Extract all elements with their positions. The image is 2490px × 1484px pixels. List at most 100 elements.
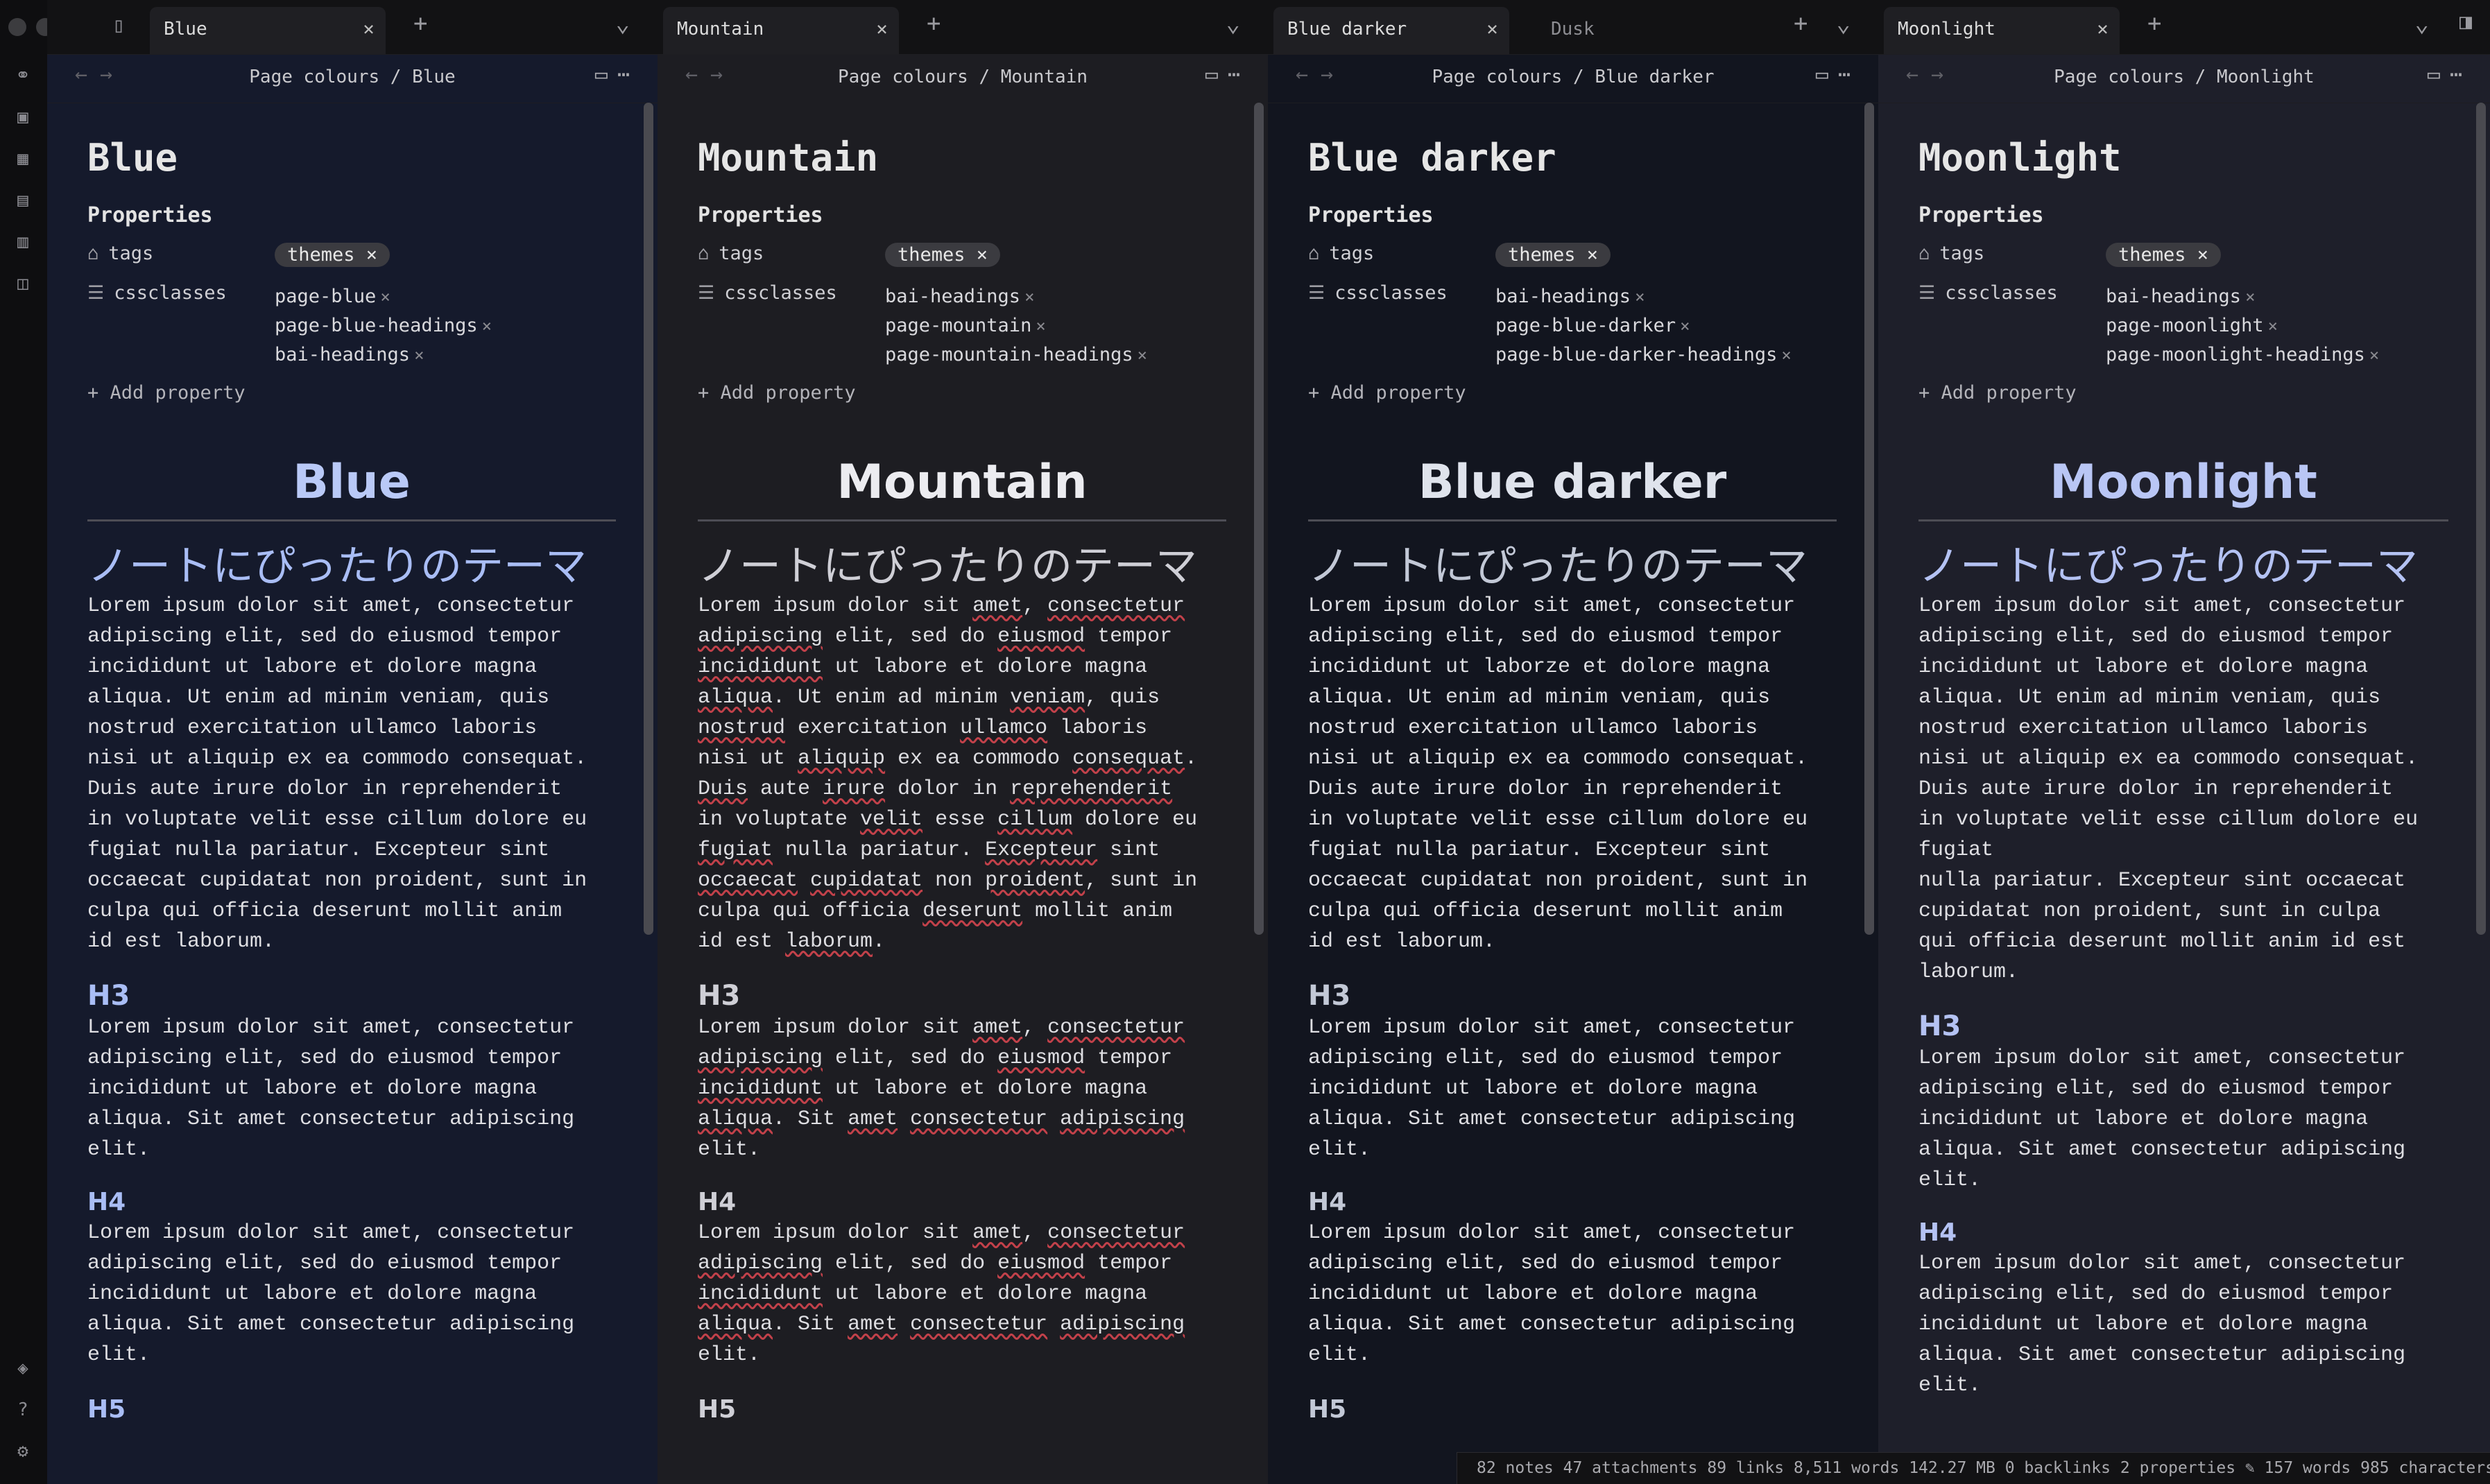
cssclass-value[interactable]: page-mountain ×	[885, 311, 1226, 340]
breadcrumb[interactable]: Page colours / Blue	[47, 67, 658, 87]
remove-value-icon[interactable]: ×	[380, 287, 390, 307]
new-tab-icon[interactable]: +	[2147, 10, 2161, 37]
calendar-icon[interactable]: ▥	[11, 230, 35, 254]
inline-title[interactable]: Moonlight	[1918, 136, 2448, 180]
spelling-error[interactable]: consequat	[1072, 747, 1185, 770]
spelling-error[interactable]: velit	[860, 808, 922, 831]
remove-value-icon[interactable]: ×	[2268, 316, 2278, 336]
spelling-error[interactable]: adipiscing	[698, 625, 823, 648]
spelling-error[interactable]: eiusmod	[997, 1252, 1085, 1275]
new-tab-icon[interactable]: +	[413, 10, 427, 37]
spelling-error[interactable]: deserunt	[922, 899, 1022, 923]
remove-value-icon[interactable]: ×	[2245, 287, 2255, 307]
spelling-error[interactable]: laborum	[785, 930, 873, 954]
pencil-icon[interactable]: ✎	[2245, 1459, 2255, 1477]
tab-list-chevron-icon[interactable]: ⌄	[2415, 10, 2429, 37]
properties-heading[interactable]: Properties	[1308, 203, 1837, 227]
property-key[interactable]: cssclasses	[724, 282, 837, 304]
spelling-error[interactable]: consectetur	[910, 1107, 1047, 1131]
spelling-error[interactable]: adipiscing	[1060, 1107, 1185, 1131]
property-key[interactable]: tags	[1329, 243, 1374, 264]
scrollbar[interactable]	[2476, 103, 2486, 935]
cssclass-value[interactable]: page-mountain-headings ×	[885, 340, 1226, 370]
grid-icon[interactable]: ▦	[11, 147, 35, 171]
cssclass-value[interactable]: page-moonlight-headings ×	[2106, 340, 2448, 370]
breadcrumb[interactable]: Page colours / Blue darker	[1268, 67, 1878, 87]
spelling-error[interactable]: incididunt	[698, 1077, 823, 1101]
property-key[interactable]: cssclasses	[1334, 282, 1448, 304]
scrollbar[interactable]	[1864, 103, 1874, 935]
spelling-error[interactable]: aliqua	[698, 686, 773, 709]
property-key[interactable]: cssclasses	[114, 282, 227, 304]
remove-value-icon[interactable]: ×	[1024, 287, 1034, 307]
spelling-error[interactable]: consectetur	[1047, 594, 1185, 618]
close-tab-icon[interactable]: ×	[876, 7, 888, 51]
spelling-error[interactable]: amet	[972, 1221, 1022, 1245]
inline-title[interactable]: Mountain	[698, 136, 1226, 180]
cssclass-value[interactable]: bai-headings ×	[1495, 282, 1837, 311]
tag-chip[interactable]: themes ×	[1495, 243, 1611, 267]
spelling-error[interactable]: ullamco	[960, 716, 1047, 740]
close-window-button[interactable]	[8, 18, 26, 36]
spelling-error[interactable]: aliqua	[698, 1107, 773, 1131]
add-property-button[interactable]: + Add property	[87, 382, 616, 404]
new-tab-icon[interactable]: +	[927, 10, 941, 37]
property-key[interactable]: tags	[719, 243, 764, 264]
remove-value-icon[interactable]: ×	[482, 316, 492, 336]
properties-heading[interactable]: Properties	[87, 203, 616, 227]
cssclass-value[interactable]: page-blue ×	[275, 282, 616, 311]
cssclass-value[interactable]: page-blue-darker-headings ×	[1495, 340, 1837, 370]
reading-view-icon[interactable]: ▭⋯	[1205, 62, 1250, 87]
reading-view-icon[interactable]: ▭⋯	[2428, 62, 2472, 87]
remove-value-icon[interactable]: ×	[1781, 345, 1791, 365]
cssclass-value[interactable]: page-blue-headings ×	[275, 311, 616, 340]
cssclass-value[interactable]: bai-headings ×	[885, 282, 1226, 311]
spelling-error[interactable]: adipiscing	[1060, 1313, 1185, 1336]
spelling-error[interactable]: aliqua	[698, 1313, 773, 1336]
spelling-error[interactable]: adipiscing	[698, 1046, 823, 1070]
spelling-error[interactable]: amet	[848, 1313, 898, 1336]
cssclass-value[interactable]: page-blue-darker ×	[1495, 311, 1837, 340]
breadcrumb[interactable]: Page colours / Mountain	[658, 67, 1268, 87]
property-key[interactable]: tags	[1939, 243, 1984, 264]
template-icon[interactable]: ▤	[11, 189, 35, 212]
layout-icon[interactable]: ◫	[11, 272, 35, 295]
right-sidebar-toggle-icon[interactable]: ◨	[2459, 10, 2472, 34]
close-tab-icon[interactable]: ×	[1486, 7, 1498, 51]
tab[interactable]: Blue darker ×	[1273, 7, 1509, 54]
remove-value-icon[interactable]: ×	[2369, 345, 2379, 365]
close-tab-icon[interactable]: ×	[2097, 7, 2109, 51]
spelling-error[interactable]: irure	[823, 777, 885, 801]
terminal-icon[interactable]: ▣	[11, 105, 35, 129]
tab[interactable]: Dusk	[1537, 7, 1766, 54]
add-property-button[interactable]: + Add property	[698, 382, 1226, 404]
inline-title[interactable]: Blue darker	[1308, 136, 1837, 180]
new-tab-icon[interactable]: +	[1794, 10, 1808, 37]
scrollbar[interactable]	[1254, 103, 1264, 935]
reading-view-icon[interactable]: ▭⋯	[595, 62, 639, 87]
spelling-error[interactable]: Duis	[698, 777, 748, 801]
reading-view-icon[interactable]: ▭⋯	[1816, 62, 1860, 87]
help-icon[interactable]: ?	[11, 1398, 35, 1422]
graph-view-icon[interactable]: ⚭	[11, 64, 35, 87]
spelling-error[interactable]: aliquip	[798, 747, 885, 770]
spelling-error[interactable]: cupidatat	[810, 869, 922, 892]
spelling-error[interactable]: fugiat	[698, 838, 773, 862]
tab-list-chevron-icon[interactable]: ⌄	[1837, 10, 1851, 37]
tag-chip[interactable]: themes ×	[885, 243, 1001, 267]
cssclass-value[interactable]: page-moonlight ×	[2106, 311, 2448, 340]
cssclass-value[interactable]: bai-headings ×	[2106, 282, 2448, 311]
properties-heading[interactable]: Properties	[1918, 203, 2448, 227]
tab[interactable]: Mountain ×	[663, 7, 899, 54]
property-key[interactable]: cssclasses	[1945, 282, 2058, 304]
remove-value-icon[interactable]: ×	[414, 345, 424, 365]
remove-value-icon[interactable]: ×	[1635, 287, 1645, 307]
spelling-error[interactable]: proident	[985, 869, 1085, 892]
spelling-error[interactable]: amet	[972, 1016, 1022, 1039]
inline-title[interactable]: Blue	[87, 136, 616, 180]
tab[interactable]: Moonlight ×	[1884, 7, 2120, 54]
spelling-error[interactable]: nostrud	[698, 716, 785, 740]
spelling-error[interactable]: eiusmod	[997, 1046, 1085, 1070]
spelling-error[interactable]: eiusmod	[997, 625, 1085, 648]
spelling-error[interactable]: consectetur	[1047, 1221, 1185, 1245]
